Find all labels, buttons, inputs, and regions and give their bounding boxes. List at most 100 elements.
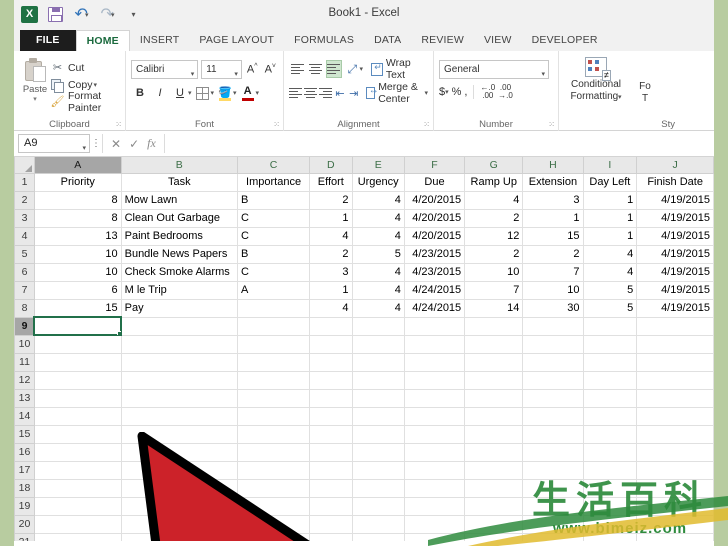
- cell-J19[interactable]: [636, 496, 714, 516]
- cell-H15[interactable]: [522, 424, 584, 444]
- cell-D12[interactable]: [309, 370, 353, 390]
- cell-G8[interactable]: 14: [464, 298, 524, 318]
- cell-A12[interactable]: [33, 370, 122, 390]
- cell-F18[interactable]: [403, 478, 466, 498]
- cell-B2[interactable]: Mow Lawn: [120, 190, 238, 210]
- cell-F4[interactable]: 4/20/2015: [403, 226, 466, 246]
- cell-H3[interactable]: 1: [522, 208, 584, 228]
- align-left-button[interactable]: [289, 84, 302, 102]
- bold-button[interactable]: B: [131, 84, 149, 102]
- currency-caret-icon[interactable]: ▾: [445, 88, 449, 96]
- cell-H1[interactable]: Extension: [522, 172, 584, 192]
- cell-E1[interactable]: Urgency: [351, 172, 405, 192]
- cell-J3[interactable]: 4/19/2015: [636, 208, 714, 228]
- cell-B19[interactable]: [120, 496, 238, 516]
- cell-E18[interactable]: [351, 478, 405, 498]
- cell-B21[interactable]: [120, 532, 238, 541]
- merge-center-caret-icon[interactable]: ▾: [424, 89, 428, 97]
- cell-A8[interactable]: 15: [33, 298, 122, 318]
- conditional-formatting-button[interactable]: Conditional Formatting ▾: [564, 57, 628, 105]
- cut-button[interactable]: ✂ Cut: [51, 59, 120, 76]
- cell-A16[interactable]: [33, 442, 122, 462]
- cell-D18[interactable]: [309, 478, 353, 498]
- cell-A7[interactable]: 6: [33, 280, 122, 300]
- cell-C4[interactable]: C: [236, 226, 311, 246]
- cell-B1[interactable]: Task: [120, 172, 238, 192]
- clipboard-dialog-launcher-icon[interactable]: ⁙: [115, 120, 122, 129]
- cell-G6[interactable]: 10: [464, 262, 524, 282]
- cell-F2[interactable]: 4/20/2015: [403, 190, 466, 210]
- cell-I17[interactable]: [582, 460, 638, 480]
- cell-H21[interactable]: [522, 532, 584, 541]
- cell-F15[interactable]: [403, 424, 466, 444]
- cell-A6[interactable]: 10: [33, 262, 122, 282]
- cell-D16[interactable]: [309, 442, 353, 462]
- cell-J9[interactable]: [636, 316, 714, 336]
- cell-B15[interactable]: [120, 424, 238, 444]
- cell-F14[interactable]: [403, 406, 466, 426]
- column-header-j[interactable]: J: [636, 157, 714, 174]
- cell-E3[interactable]: 4: [351, 208, 405, 228]
- cell-F6[interactable]: 4/23/2015: [403, 262, 466, 282]
- cell-A1[interactable]: Priority: [33, 172, 122, 192]
- cell-E9[interactable]: [351, 316, 405, 336]
- cell-H8[interactable]: 30: [522, 298, 584, 318]
- cell-E10[interactable]: [351, 334, 405, 354]
- cell-D21[interactable]: [309, 532, 353, 541]
- cell-F20[interactable]: [403, 514, 466, 534]
- cell-C7[interactable]: A: [236, 280, 311, 300]
- column-header-e[interactable]: E: [351, 157, 405, 174]
- row-header-4[interactable]: 4: [14, 226, 35, 246]
- cell-C2[interactable]: B: [236, 190, 311, 210]
- cell-C13[interactable]: [236, 388, 311, 408]
- cell-G1[interactable]: Ramp Up: [464, 172, 524, 192]
- cell-I12[interactable]: [582, 370, 638, 390]
- cell-I19[interactable]: [582, 496, 638, 516]
- cell-E12[interactable]: [351, 370, 405, 390]
- cell-C19[interactable]: [236, 496, 311, 516]
- cell-A17[interactable]: [33, 460, 122, 480]
- cell-E13[interactable]: [351, 388, 405, 408]
- cell-C12[interactable]: [236, 370, 311, 390]
- comma-style-button[interactable]: ,: [464, 86, 467, 98]
- cell-A4[interactable]: 13: [33, 226, 122, 246]
- cell-D13[interactable]: [309, 388, 353, 408]
- cell-I18[interactable]: [582, 478, 638, 498]
- cell-G11[interactable]: [464, 352, 524, 372]
- cell-E2[interactable]: 4: [351, 190, 405, 210]
- font-size-input[interactable]: 11 ▾: [201, 60, 242, 79]
- cell-B9[interactable]: [120, 316, 238, 336]
- cell-I20[interactable]: [582, 514, 638, 534]
- cell-J4[interactable]: 4/19/2015: [636, 226, 714, 246]
- cell-E17[interactable]: [351, 460, 405, 480]
- enter-formula-icon[interactable]: ✓: [129, 137, 139, 151]
- cell-H18[interactable]: [522, 478, 584, 498]
- cell-J8[interactable]: 4/19/2015: [636, 298, 714, 318]
- row-header-5[interactable]: 5: [14, 244, 35, 264]
- cell-E20[interactable]: [351, 514, 405, 534]
- merge-center-button[interactable]: Merge & Center ▾: [365, 81, 428, 105]
- cell-F12[interactable]: [403, 370, 466, 390]
- select-all-corner[interactable]: [14, 157, 35, 174]
- orientation-caret-icon[interactable]: ▾: [359, 65, 363, 73]
- tab-insert[interactable]: INSERT: [130, 30, 190, 51]
- cell-I4[interactable]: 1: [582, 226, 638, 246]
- cell-E8[interactable]: 4: [351, 298, 405, 318]
- cell-E6[interactable]: 4: [351, 262, 405, 282]
- row-header-2[interactable]: 2: [14, 190, 35, 210]
- cell-G19[interactable]: [464, 496, 524, 516]
- cell-A13[interactable]: [33, 388, 122, 408]
- cell-E15[interactable]: [351, 424, 405, 444]
- tab-file[interactable]: FILE: [20, 30, 76, 51]
- cell-A2[interactable]: 8: [33, 190, 122, 210]
- cell-A19[interactable]: [33, 496, 122, 516]
- row-header-17[interactable]: 17: [14, 460, 35, 480]
- cell-A10[interactable]: [33, 334, 122, 354]
- cell-G21[interactable]: [464, 532, 524, 541]
- cell-E7[interactable]: 4: [351, 280, 405, 300]
- row-header-7[interactable]: 7: [14, 280, 35, 300]
- tab-page-layout[interactable]: PAGE LAYOUT: [189, 30, 284, 51]
- cell-B14[interactable]: [120, 406, 238, 426]
- tab-review[interactable]: REVIEW: [411, 30, 474, 51]
- orientation-button[interactable]: ⤢: [344, 60, 360, 78]
